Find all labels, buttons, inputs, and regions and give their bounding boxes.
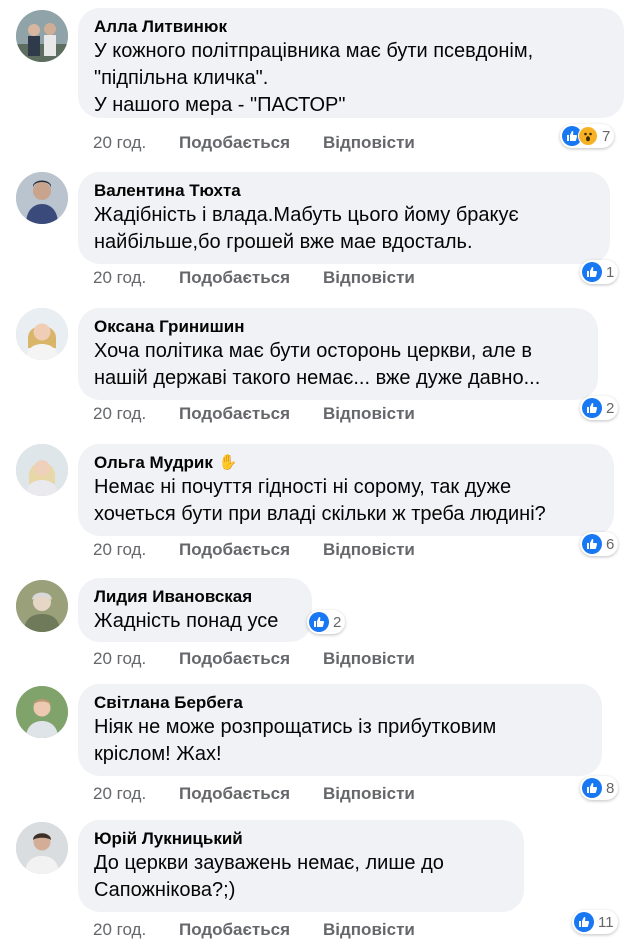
comment-bubble: Світлана Бербега Ніяк не може розпрощати… <box>78 684 602 776</box>
reaction-summary[interactable]: 2 <box>307 610 346 634</box>
comment-text: Жадність понад усе <box>94 610 279 632</box>
comment-bubble: Оксана Гринишин Хоча політика має бути о… <box>78 308 598 400</box>
like-icon <box>582 778 602 798</box>
wow-icon <box>578 126 598 146</box>
reaction-count: 6 <box>606 535 615 553</box>
like-icon <box>574 912 594 932</box>
avatar[interactable] <box>16 822 68 874</box>
author-name[interactable]: Алла Литвинюк <box>94 16 227 38</box>
like-icon <box>309 612 329 632</box>
like-button[interactable]: Подобається <box>179 540 323 560</box>
reaction-summary[interactable]: 6 <box>580 532 619 556</box>
like-button[interactable]: Подобається <box>179 133 323 153</box>
comment-text: Жадібність і влада.Мабуть цього йому бра… <box>94 204 519 253</box>
reply-button[interactable]: Відповісти <box>323 540 415 560</box>
avatar[interactable] <box>16 10 68 62</box>
comment-text: Ніяк не може розпрощатись із прибутковим… <box>94 716 497 765</box>
comment-timestamp[interactable]: 20 год. <box>93 268 179 288</box>
reaction-summary[interactable]: 8 <box>580 776 619 800</box>
reply-button[interactable]: Відповісти <box>323 404 415 424</box>
comment-author[interactable]: Юрій Лукницький <box>94 828 508 850</box>
comment-timestamp[interactable]: 20 год. <box>93 404 179 424</box>
comment-actions: 20 год. Подобається Відповісти <box>93 268 415 288</box>
comment-actions: 20 год. Подобається Відповісти <box>93 133 415 153</box>
reply-button[interactable]: Відповісти <box>323 133 415 153</box>
reaction-count: 2 <box>606 399 615 417</box>
reaction-count: 8 <box>606 779 615 797</box>
comment-bubble: Лидия Ивановская Жадність понад усе <box>78 578 312 642</box>
author-name[interactable]: Ольга Мудрик <box>94 452 213 474</box>
author-name[interactable]: Юрій Лукницький <box>94 828 243 850</box>
comment-text: У кожного політпрацівника має бути псевд… <box>94 40 534 116</box>
comment-actions: 20 год. Подобається Відповісти <box>93 920 415 940</box>
comment-bubble: Алла Литвинюк У кожного політпрацівника … <box>78 8 624 118</box>
avatar[interactable] <box>16 444 68 496</box>
author-name[interactable]: Валентина Тюхта <box>94 180 241 202</box>
reaction-summary[interactable]: 1 <box>580 260 619 284</box>
comment-actions: 20 год. Подобається Відповісти <box>93 404 415 424</box>
reply-button[interactable]: Відповісти <box>323 920 415 940</box>
like-button[interactable]: Подобається <box>179 404 323 424</box>
comment-text: До церкви зауважень немає, лише до Сапож… <box>94 852 444 901</box>
waving-hand-icon: ✋ <box>218 454 238 471</box>
avatar[interactable] <box>16 172 68 224</box>
like-button[interactable]: Подобається <box>179 920 323 940</box>
comment-bubble: Юрій Лукницький До церкви зауважень нема… <box>78 820 524 912</box>
comment-timestamp[interactable]: 20 год. <box>93 540 179 560</box>
comment-author[interactable]: Оксана Гринишин <box>94 316 582 338</box>
author-name[interactable]: Лидия Ивановская <box>94 586 252 608</box>
like-button[interactable]: Подобається <box>179 268 323 288</box>
comment-bubble: Валентина Тюхта Жадібність і влада.Мабут… <box>78 172 610 264</box>
like-icon <box>582 398 602 418</box>
comment-timestamp[interactable]: 20 год. <box>93 920 179 940</box>
reply-button[interactable]: Відповісти <box>323 649 415 669</box>
comment-timestamp[interactable]: 20 год. <box>93 784 179 804</box>
comment-actions: 20 год. Подобається Відповісти <box>93 540 415 560</box>
comment-text: Хоча політика має бути осторонь церкви, … <box>94 340 541 389</box>
avatar[interactable] <box>16 308 68 360</box>
comment-timestamp[interactable]: 20 год. <box>93 649 179 669</box>
comment-author[interactable]: Лидия Ивановская <box>94 586 296 608</box>
avatar[interactable] <box>16 686 68 738</box>
author-name[interactable]: Світлана Бербега <box>94 692 243 714</box>
comment-bubble: Ольга Мудрик ✋ Немає ні почуття гідності … <box>78 444 614 536</box>
reply-button[interactable]: Відповісти <box>323 784 415 804</box>
comment-timestamp[interactable]: 20 год. <box>93 133 179 153</box>
avatar[interactable] <box>16 580 68 632</box>
author-name[interactable]: Оксана Гринишин <box>94 316 245 338</box>
like-button[interactable]: Подобається <box>179 649 323 669</box>
reaction-summary[interactable]: 2 <box>580 396 619 420</box>
reaction-count: 11 <box>598 913 614 931</box>
like-icon <box>582 262 602 282</box>
comment-actions: 20 год. Подобається Відповісти <box>93 649 415 669</box>
comment-actions: 20 год. Подобається Відповісти <box>93 784 415 804</box>
comment-author[interactable]: Валентина Тюхта <box>94 180 594 202</box>
comment-text: Немає ні почуття гідності ні сорому, так… <box>94 476 546 525</box>
reply-button[interactable]: Відповісти <box>323 268 415 288</box>
reaction-count: 2 <box>333 613 342 631</box>
reaction-summary[interactable]: 11 <box>572 910 618 934</box>
reaction-count: 7 <box>602 127 611 145</box>
like-button[interactable]: Подобається <box>179 784 323 804</box>
comment-author[interactable]: Світлана Бербега <box>94 692 586 714</box>
reaction-count: 1 <box>606 263 615 281</box>
reaction-summary[interactable]: 7 <box>560 124 615 148</box>
comment-author[interactable]: Алла Литвинюк <box>94 16 608 38</box>
like-icon <box>582 534 602 554</box>
comment-author[interactable]: Ольга Мудрик ✋ <box>94 452 598 474</box>
